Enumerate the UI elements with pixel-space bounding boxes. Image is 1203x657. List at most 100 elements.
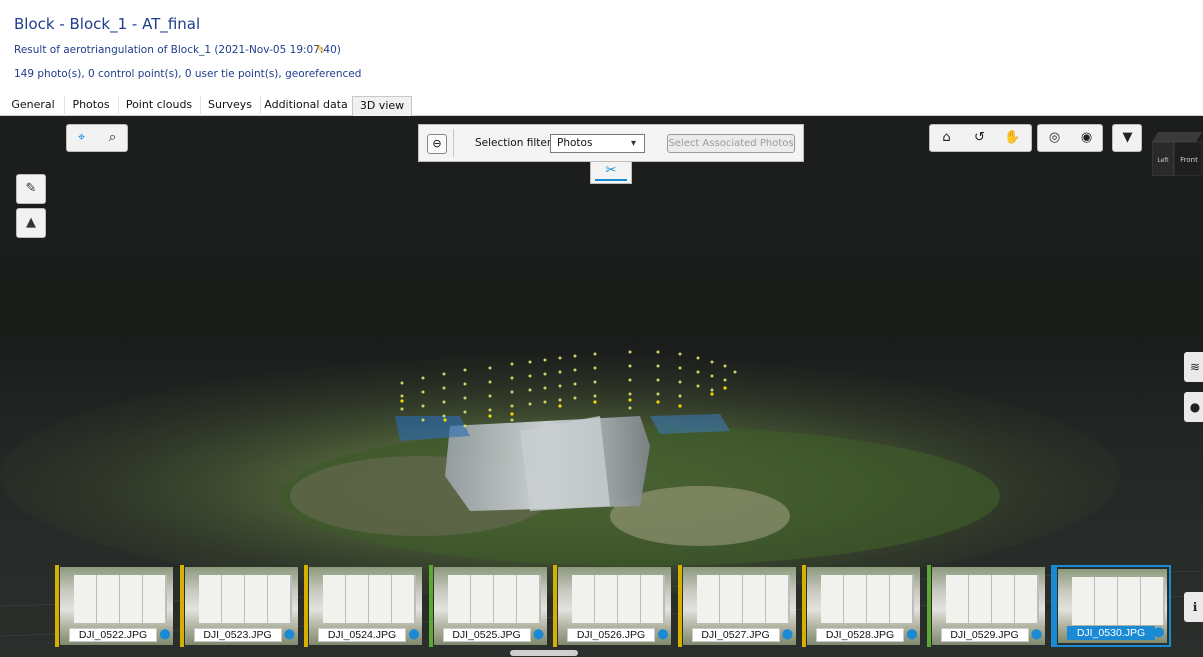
select-associated-photos-button[interactable]: Select Associated Photos bbox=[667, 134, 795, 153]
tools-icon[interactable]: ✂ bbox=[590, 162, 632, 184]
building-shape bbox=[493, 575, 518, 623]
photo-name: DJI_0528.JPG bbox=[816, 628, 904, 642]
page-header: Block - Block_1 - AT_final Result of aer… bbox=[0, 0, 1203, 96]
tab-general[interactable]: General bbox=[4, 96, 62, 114]
photo-status-bar bbox=[926, 565, 931, 647]
photo-strip-scrollbar[interactable] bbox=[510, 650, 578, 656]
building-shape bbox=[392, 575, 416, 623]
building-shape bbox=[719, 575, 744, 623]
photo-status-bar bbox=[1053, 567, 1057, 645]
location-pin-icon: ⬤ bbox=[1153, 627, 1165, 638]
rotate-icon[interactable]: ↺ bbox=[965, 125, 994, 151]
location-pin-icon: ⬤ bbox=[532, 629, 545, 640]
building-shape bbox=[516, 575, 541, 623]
cube-left-label: Left bbox=[1157, 157, 1169, 164]
building-shape bbox=[867, 575, 891, 623]
building-shape bbox=[323, 575, 347, 623]
building-shape bbox=[595, 575, 619, 623]
measure-icon[interactable]: ✎ bbox=[16, 174, 46, 204]
filter-toolbar: ▼ bbox=[1112, 124, 1142, 152]
building-shape bbox=[1118, 577, 1142, 625]
chart-icon[interactable]: ▲ bbox=[16, 208, 46, 238]
photo-name: DJI_0526.JPG bbox=[567, 628, 655, 642]
info-icon[interactable]: ℹ bbox=[1184, 592, 1203, 622]
building-shape bbox=[641, 575, 665, 623]
cube-front-label: Front bbox=[1180, 156, 1198, 164]
photo-thumbnail[interactable]: DJI_0523.JPG ⬤ bbox=[179, 565, 300, 647]
tab-additional-data[interactable]: Additional data bbox=[260, 96, 351, 114]
page-title: Block - Block_1 - AT_final bbox=[14, 15, 201, 33]
photo-thumbnail[interactable]: DJI_0522.JPG ⬤ bbox=[55, 565, 175, 647]
photo-thumbnail[interactable]: DJI_0528.JPG ⬤ bbox=[802, 565, 922, 647]
photo-thumbnail[interactable]: DJI_0526.JPG ⬤ bbox=[553, 565, 673, 647]
tab-point-clouds[interactable]: Point clouds bbox=[118, 96, 199, 114]
building-shape bbox=[765, 575, 790, 623]
block-stats: 149 photo(s), 0 control point(s), 0 user… bbox=[14, 68, 362, 80]
location-pin-icon: ⬤ bbox=[159, 629, 171, 640]
building-shape bbox=[742, 575, 767, 623]
selection-filter-dropdown[interactable]: Photos ▾ bbox=[550, 134, 645, 153]
building-shape bbox=[1141, 577, 1165, 625]
photo-status-bar bbox=[428, 565, 433, 647]
location-pin-icon: ⬤ bbox=[1030, 629, 1043, 640]
divider bbox=[453, 129, 454, 157]
building-shape bbox=[968, 575, 993, 623]
filter-icon[interactable]: ▼ bbox=[1113, 125, 1142, 151]
photo-name: DJI_0524.JPG bbox=[318, 628, 406, 642]
tab-surveys[interactable]: Surveys bbox=[200, 96, 259, 114]
focus-icon[interactable]: ◎ bbox=[1040, 125, 1069, 151]
select-icon[interactable]: ⌖ bbox=[67, 125, 96, 151]
layers-icon[interactable]: ≋ bbox=[1184, 352, 1203, 382]
photo-thumbnail[interactable]: DJI_0529.JPG ⬤ bbox=[926, 565, 1047, 647]
selection-filter-panel: ⊖ Selection filter: Photos ▾ Select Asso… bbox=[418, 124, 804, 162]
building-shape bbox=[346, 575, 370, 623]
building-shape bbox=[244, 575, 269, 623]
selection-filter-value: Photos bbox=[557, 137, 593, 149]
photo-thumbnail[interactable]: DJI_0527.JPG ⬤ bbox=[677, 565, 798, 647]
location-pin-icon: ⬤ bbox=[781, 629, 794, 640]
photo-status-bar bbox=[553, 565, 557, 647]
photo-name: DJI_0529.JPG bbox=[940, 628, 1029, 642]
photo-strip: DJI_0522.JPG ⬤ DJI_0523.JPG ⬤ DJI_0524.JPG ⬤ D… bbox=[55, 565, 1171, 647]
building-shape bbox=[74, 575, 98, 623]
building-shape bbox=[1014, 575, 1039, 623]
photo-thumbnail[interactable]: DJI_0530.JPG ⬤ bbox=[1051, 565, 1171, 647]
photo-status-bar bbox=[677, 565, 682, 647]
photo-status-bar bbox=[55, 565, 59, 647]
building-shape bbox=[1095, 577, 1119, 625]
photo-status-bar bbox=[179, 565, 184, 647]
collapse-icon[interactable]: ⊖ bbox=[427, 134, 447, 154]
display-toolbar: ◎ ◉ bbox=[1037, 124, 1103, 152]
search-icon[interactable]: ⌕ bbox=[98, 125, 127, 151]
globe-icon[interactable]: ● bbox=[1184, 392, 1203, 422]
building-shape bbox=[945, 575, 970, 623]
building-shape bbox=[991, 575, 1016, 623]
building-shape bbox=[198, 575, 223, 623]
navigation-toolbar: ⌖ ⌕ bbox=[66, 124, 128, 152]
pan-icon[interactable]: ✋ bbox=[998, 125, 1027, 151]
visibility-icon[interactable]: ◉ bbox=[1072, 125, 1101, 151]
building-shape bbox=[267, 575, 292, 623]
building-shape bbox=[143, 575, 167, 623]
view-cube[interactable]: Left Front bbox=[1152, 132, 1202, 176]
edit-pencil-icon[interactable]: ✎ bbox=[316, 43, 325, 56]
home-icon[interactable]: ⌂ bbox=[932, 125, 961, 151]
tab-photos[interactable]: Photos bbox=[64, 96, 117, 114]
tab-3d-view[interactable]: 3D view bbox=[352, 96, 412, 116]
photo-name: DJI_0530.JPG bbox=[1067, 626, 1155, 640]
building-shape bbox=[447, 575, 472, 623]
building-shape bbox=[470, 575, 495, 623]
location-pin-icon: ⬤ bbox=[283, 629, 296, 640]
building-shape bbox=[1072, 577, 1096, 625]
building-shape bbox=[572, 575, 596, 623]
photo-thumbnail[interactable]: DJI_0525.JPG ⬤ bbox=[428, 565, 549, 647]
building-shape bbox=[696, 575, 721, 623]
building-shape bbox=[369, 575, 393, 623]
photo-thumbnail[interactable]: DJI_0524.JPG ⬤ bbox=[304, 565, 424, 647]
building-shape bbox=[890, 575, 914, 623]
building-shape bbox=[618, 575, 642, 623]
photo-name: DJI_0522.JPG bbox=[69, 628, 157, 642]
building-shape bbox=[221, 575, 246, 623]
3d-viewport[interactable]: ⌖ ⌕ ✎ ▲ ⊖ Selection filter: Photos ▾ Sel… bbox=[0, 116, 1203, 657]
photo-name: DJI_0525.JPG bbox=[442, 628, 531, 642]
